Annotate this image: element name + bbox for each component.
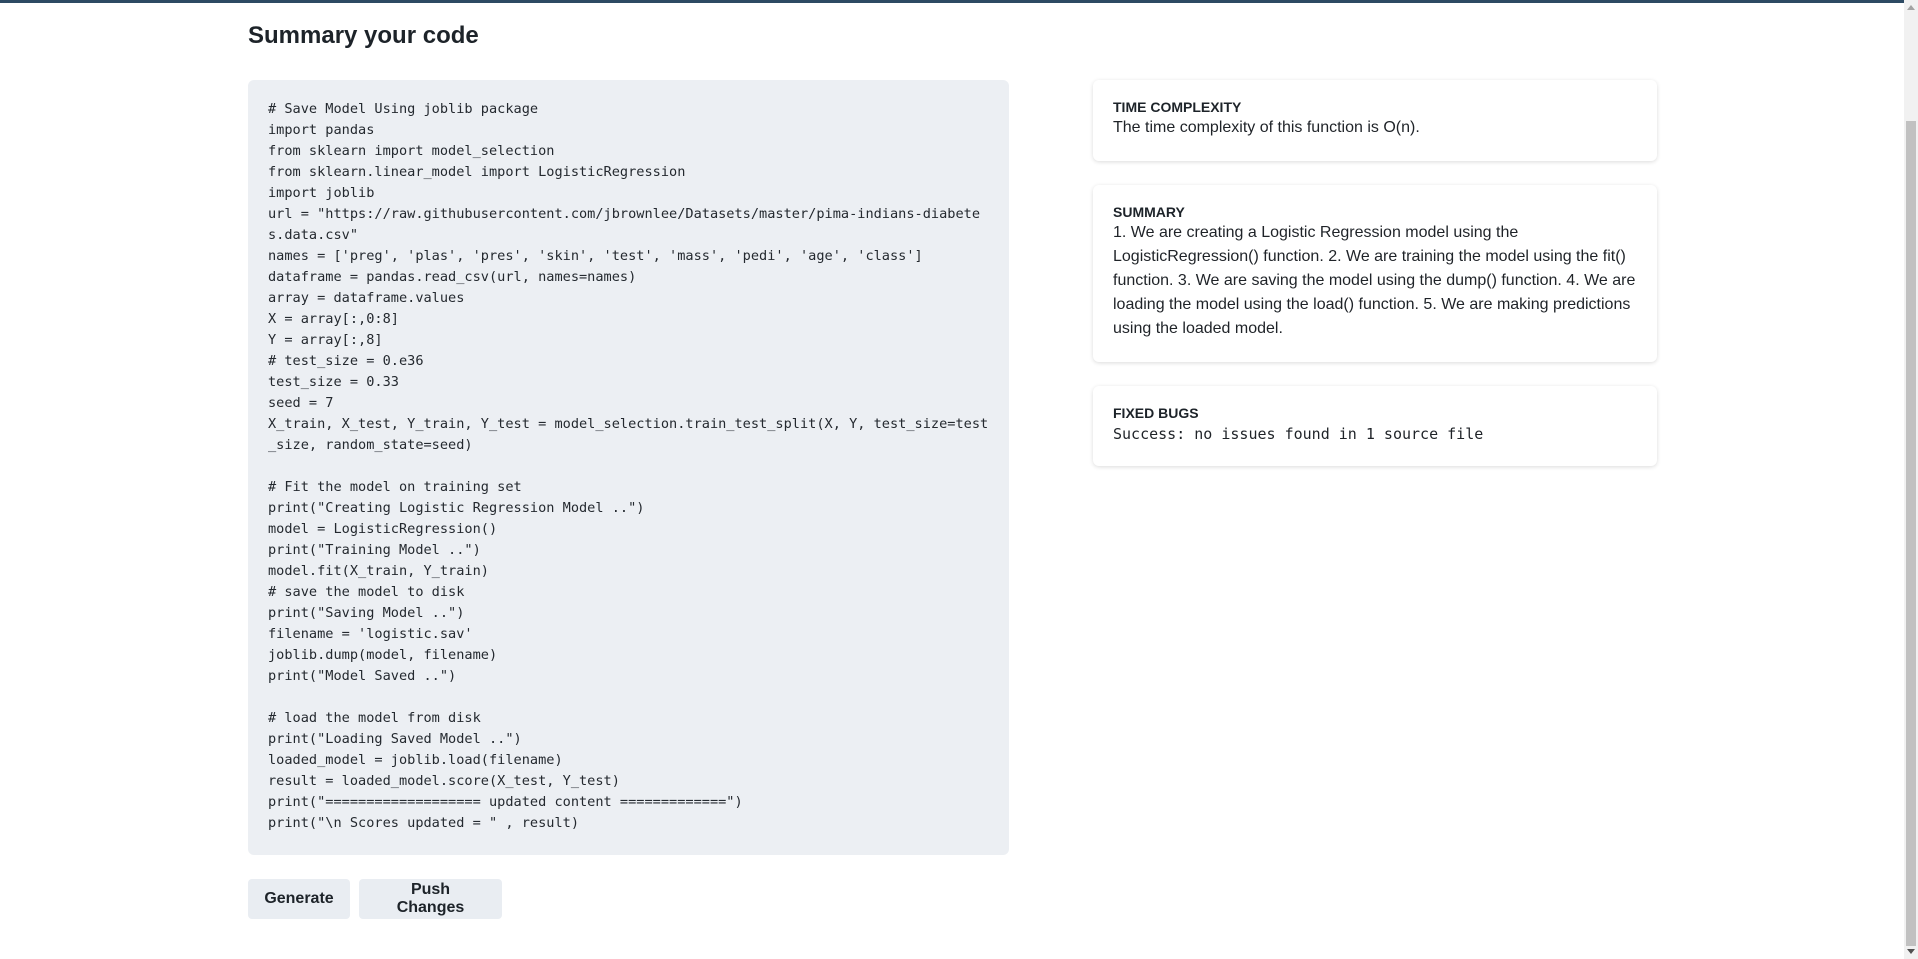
fixed-bugs-text: Success: no issues found in 1 source fil… bbox=[1113, 425, 1484, 443]
fixed-bugs-label: FIXED BUGS bbox=[1113, 405, 1199, 421]
summary-page: Summary your code # Save Model Using job… bbox=[0, 0, 1900, 959]
push-changes-button[interactable]: Push Changes bbox=[359, 879, 502, 919]
summary-card: SUMMARY 1. We are creating a Logistic Re… bbox=[1093, 185, 1657, 362]
time-complexity-card: TIME COMPLEXITY The time complexity of t… bbox=[1093, 80, 1657, 161]
time-complexity-text: The time complexity of this function is … bbox=[1113, 119, 1420, 136]
code-panel[interactable]: # Save Model Using joblib package import… bbox=[248, 80, 1009, 855]
summary-text: 1. We are creating a Logistic Regression… bbox=[1113, 224, 1636, 337]
fixed-bugs-card: FIXED BUGS Success: no issues found in 1… bbox=[1093, 386, 1657, 466]
page-title: Summary your code bbox=[248, 22, 479, 49]
code-content[interactable]: # Save Model Using joblib package import… bbox=[268, 99, 989, 834]
scrollbar-thumb[interactable] bbox=[1906, 121, 1916, 946]
scroll-down-arrow-icon[interactable] bbox=[1907, 949, 1915, 954]
scroll-up-arrow-icon[interactable] bbox=[1907, 5, 1915, 10]
vertical-scrollbar[interactable] bbox=[1904, 0, 1918, 959]
summary-label: SUMMARY bbox=[1113, 204, 1185, 220]
generate-button[interactable]: Generate bbox=[248, 879, 350, 919]
time-complexity-label: TIME COMPLEXITY bbox=[1113, 99, 1242, 115]
